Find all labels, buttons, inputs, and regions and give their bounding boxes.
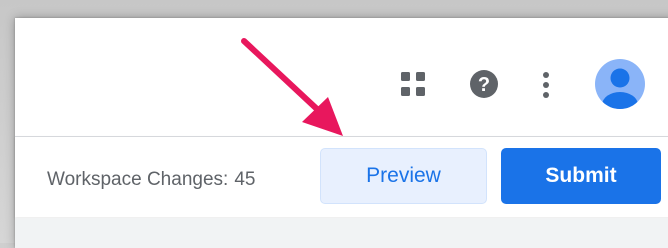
workspace-changes: Workspace Changes: 45: [47, 169, 255, 191]
workspace-changes-count: 45: [234, 169, 256, 190]
account-avatar[interactable]: [595, 59, 645, 109]
top-toolbar: ?: [15, 18, 668, 137]
workspace-changes-label: Workspace Changes:: [47, 169, 229, 190]
apps-grid-icon[interactable]: [400, 71, 426, 97]
submit-button[interactable]: Submit: [501, 148, 661, 204]
gtm-header-panel: ? Workspace Changes: 45 Preview Submit: [15, 18, 668, 248]
more-vertical-icon[interactable]: [539, 70, 553, 100]
workspace-action-bar: Workspace Changes: 45 Preview Submit: [15, 137, 668, 217]
help-icon[interactable]: ?: [469, 69, 499, 99]
preview-button[interactable]: Preview: [320, 148, 487, 204]
content-area-edge: [15, 218, 668, 248]
svg-text:?: ?: [478, 74, 490, 96]
